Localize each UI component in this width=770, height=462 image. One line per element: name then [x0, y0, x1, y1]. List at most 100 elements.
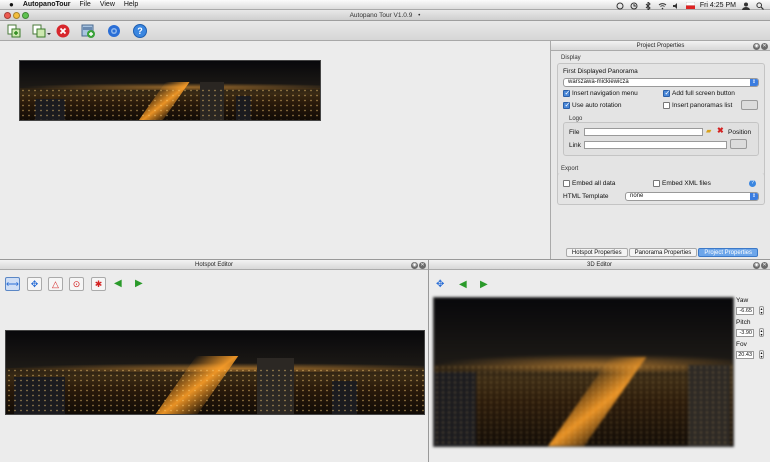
yaw-label: Yaw: [736, 297, 749, 304]
next-arrow-icon[interactable]: ▶: [480, 280, 490, 290]
chevron-updown-icon: ⇕: [750, 79, 758, 86]
logo-file-label: File: [569, 129, 580, 136]
bluetooth-icon[interactable]: [644, 0, 652, 11]
add-full-screen-button-checkbox[interactable]: [663, 89, 670, 97]
insert-navigation-menu-checkbox[interactable]: [563, 89, 570, 97]
apple-menu-icon[interactable]: ●: [9, 0, 14, 10]
menu-help[interactable]: Help: [124, 0, 138, 10]
fit-view-icon[interactable]: ✥: [436, 279, 444, 290]
use-auto-rotation-label: Use auto rotation: [572, 102, 622, 109]
fov-input[interactable]: 20.43: [736, 351, 754, 359]
fit-view-button[interactable]: ✥: [27, 277, 42, 291]
first-panorama-select[interactable]: warszawa-mickiewicza ⇕: [563, 78, 759, 87]
fov-stepper[interactable]: ▴ ▾: [759, 350, 764, 359]
panel-close-button[interactable]: ✕: [761, 42, 768, 50]
zoom-window-button[interactable]: [22, 12, 29, 19]
open-project-icon[interactable]: [31, 23, 51, 39]
tab-panorama-properties[interactable]: Panorama Properties: [628, 248, 698, 257]
new-project-icon[interactable]: [6, 23, 22, 39]
volume-icon[interactable]: [672, 2, 680, 9]
user-icon[interactable]: [742, 2, 750, 10]
skype-icon[interactable]: [616, 2, 624, 9]
chevron-updown-icon: ⇕: [750, 193, 758, 200]
help-icon[interactable]: ?: [132, 23, 148, 39]
export-help-icon[interactable]: ?: [749, 180, 756, 187]
insert-navigation-menu-label: Insert navigation menu: [572, 90, 638, 97]
logo-file-input[interactable]: [584, 128, 703, 136]
first-panorama-label: First Displayed Panorama: [563, 68, 638, 75]
panel-float-button[interactable]: ◉: [411, 261, 418, 269]
menu-view[interactable]: View: [100, 0, 115, 10]
panoramas-list-color-swatch[interactable]: [741, 100, 758, 110]
panorama-thumbnail[interactable]: [19, 60, 321, 121]
menu-file[interactable]: File: [80, 0, 91, 10]
point-hotspot-button[interactable]: ✱: [91, 277, 106, 291]
pan-tool-button[interactable]: ⟷: [5, 277, 20, 291]
clock[interactable]: Fri 4:25 PM: [700, 2, 736, 9]
project-properties-title-bar: Project Properties ◉ ✕: [551, 41, 770, 51]
tab-project-properties[interactable]: Project Properties: [698, 248, 758, 257]
next-arrow-icon[interactable]: ▶: [135, 279, 145, 289]
yaw-stepper[interactable]: ▴ ▾: [759, 306, 764, 315]
pitch-label: Pitch: [736, 319, 751, 326]
add-panorama-icon[interactable]: [80, 23, 96, 39]
insert-panoramas-list-checkbox[interactable]: [663, 102, 670, 109]
minimize-window-button[interactable]: [13, 12, 20, 19]
document-edited-dot: •: [418, 12, 421, 19]
embed-xml-files-label: Embed XML files: [662, 180, 711, 187]
logo-link-color-swatch[interactable]: [730, 139, 747, 149]
pitch-stepper[interactable]: ▴ ▾: [759, 328, 764, 337]
logo-link-label: Link: [569, 142, 581, 149]
window-title: Autopano Tour V1.0.9: [349, 12, 413, 19]
3d-preview-view[interactable]: [433, 297, 734, 447]
panel-close-button[interactable]: ✕: [761, 261, 768, 269]
spotlight-search-icon[interactable]: [756, 1, 764, 10]
display-section-label: Display: [561, 55, 581, 61]
close-project-icon[interactable]: [55, 23, 71, 39]
project-properties-panel: Project Properties ◉ ✕ Display First Dis…: [550, 41, 770, 259]
previous-arrow-icon[interactable]: ◀: [114, 279, 124, 289]
first-panorama-value: warszawa-mickiewicza: [568, 79, 629, 85]
toolbar: ?: [0, 21, 770, 41]
logo-position-label[interactable]: Position: [728, 129, 751, 136]
panel-float-button[interactable]: ◉: [753, 261, 760, 269]
export-section-label: Export: [561, 166, 579, 172]
html-template-value: none: [630, 193, 644, 199]
html-template-select[interactable]: none ⇕: [625, 192, 759, 201]
window-title-bar: Autopano Tour V1.0.9 •: [0, 10, 770, 21]
hotspot-editor-title: Hotspot Editor: [194, 262, 234, 268]
embed-all-data-checkbox[interactable]: [563, 180, 570, 187]
hotspot-editor-panel: Hotspot Editor ◉ ✕ ⟷ ✥ △ ⊙ ✱ ◀ ▶: [0, 259, 429, 462]
logo-link-input[interactable]: [584, 141, 727, 149]
embed-all-data-label: Embed all data: [572, 180, 616, 187]
tab-hotspot-properties[interactable]: Hotspot Properties: [565, 248, 628, 257]
previous-arrow-icon[interactable]: ◀: [459, 280, 469, 290]
folder-icon[interactable]: ▰: [706, 127, 711, 135]
wifi-icon[interactable]: [658, 2, 667, 9]
polygon-hotspot-button[interactable]: △: [48, 277, 63, 291]
fov-label: Fov: [736, 341, 747, 348]
3d-editor-panel: 3D Editor ◉ ✕ ✥ ◀ ▶ Yaw -6.65 ▴ ▾ Pitch -…: [429, 259, 770, 462]
settings-icon[interactable]: [106, 23, 122, 39]
add-full-screen-button-label: Add full screen button: [672, 90, 735, 97]
panel-title: Project Properties: [636, 43, 685, 49]
menu-bar: ● AutopanoTour File View Help Fri 4:25 P…: [0, 0, 770, 11]
panel-close-button[interactable]: ✕: [419, 261, 426, 269]
time-machine-icon[interactable]: [630, 2, 638, 9]
panel-float-button[interactable]: ◉: [753, 42, 760, 50]
close-window-button[interactable]: [4, 12, 11, 19]
use-auto-rotation-checkbox[interactable]: [563, 101, 570, 109]
html-template-label: HTML Template: [563, 193, 609, 200]
pitch-input[interactable]: -3.90: [736, 329, 754, 337]
embed-xml-files-checkbox[interactable]: [653, 180, 660, 187]
hotspot-editor-title-bar: Hotspot Editor ◉ ✕: [0, 260, 428, 270]
circle-hotspot-button[interactable]: ⊙: [69, 277, 84, 291]
flag-icon[interactable]: [685, 1, 696, 9]
app-menu[interactable]: AutopanoTour: [23, 0, 71, 10]
yaw-input[interactable]: -6.65: [736, 307, 754, 315]
remove-logo-icon[interactable]: ✖: [717, 126, 724, 135]
panorama-workspace: [0, 41, 550, 259]
svg-text:?: ?: [137, 26, 143, 36]
hotspot-panorama-view[interactable]: [5, 330, 425, 415]
insert-panoramas-list-label: Insert panoramas list: [672, 102, 733, 109]
